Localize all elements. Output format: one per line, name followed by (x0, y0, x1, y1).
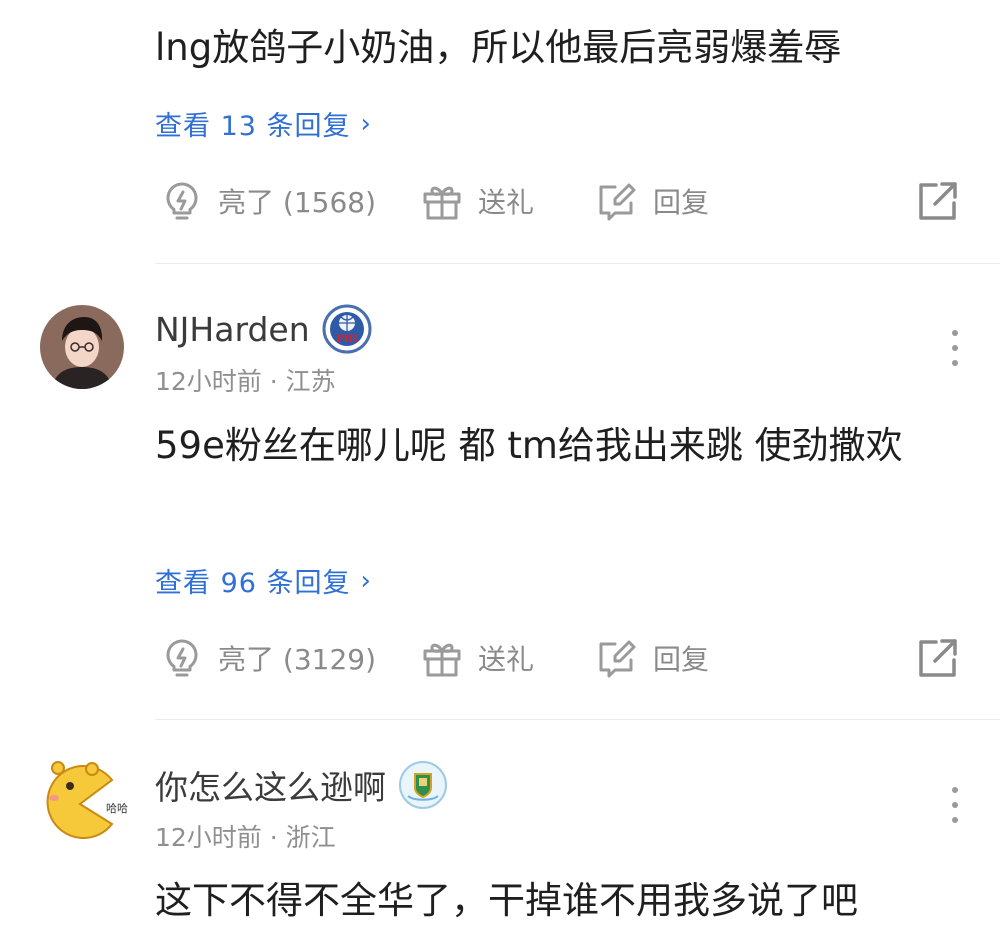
team-badge-icon (399, 761, 447, 809)
comment-actions: 亮了 (3129) 送礼 回复 (160, 633, 960, 683)
avatar[interactable]: 哈哈 (40, 760, 128, 844)
reply-button[interactable]: 回复 (595, 636, 795, 680)
avatar[interactable] (40, 305, 124, 389)
more-vertical-icon[interactable] (948, 787, 962, 823)
username-text: 你怎么这么逊啊 (155, 768, 386, 807)
divider (155, 263, 1000, 264)
gift-label: 送礼 (478, 643, 535, 676)
share-button[interactable] (916, 179, 960, 223)
chevron-right-icon: › (360, 108, 372, 139)
like-button[interactable]: 亮了 (1568) (160, 179, 420, 223)
comment-text: lng放鸽子小奶油，所以他最后亮弱爆羞辱 (155, 26, 842, 69)
view-replies-label: 查看 96 条回复 (155, 568, 351, 599)
team-badge-icon: PHI (322, 304, 372, 354)
view-replies-label: 查看 13 条回复 (155, 111, 351, 142)
gift-label: 送礼 (478, 186, 535, 219)
lightbulb-icon (166, 182, 198, 220)
comment-text: 这下不得不全华了，干掉谁不用我多说了吧 (155, 879, 858, 922)
comment-meta: 12小时前 · 浙江 (155, 823, 336, 852)
comment-feed: lng放鸽子小奶油，所以他最后亮弱爆羞辱 查看 13 条回复 › 亮了 (156… (0, 0, 1000, 938)
comment-text: 59e粉丝在哪儿呢 都 tm给我出来跳 使劲撒欢 (155, 424, 903, 467)
share-button[interactable] (916, 636, 960, 680)
reply-button[interactable]: 回复 (595, 179, 795, 223)
chevron-right-icon: › (360, 565, 372, 596)
reply-edit-icon (599, 640, 636, 678)
share-icon (919, 639, 957, 677)
comment-actions: 亮了 (1568) 送礼 回复 (160, 176, 960, 226)
like-button[interactable]: 亮了 (3129) (160, 636, 420, 680)
username-text: NJHarden (155, 309, 310, 349)
svg-text:PHI: PHI (336, 334, 358, 345)
more-vertical-icon[interactable] (948, 330, 962, 366)
divider (155, 719, 1000, 720)
like-count: 亮了 (1568) (218, 186, 377, 219)
like-count: 亮了 (3129) (218, 643, 377, 676)
reply-edit-icon (599, 183, 636, 221)
username[interactable]: 你怎么这么逊啊 (155, 760, 448, 810)
reply-label: 回复 (653, 643, 710, 676)
view-replies-link[interactable]: 查看 96 条回复 › (155, 561, 372, 600)
username[interactable]: NJHarden PHI (155, 304, 372, 354)
view-replies-link[interactable]: 查看 13 条回复 › (155, 104, 372, 143)
gift-icon (423, 643, 461, 677)
reply-label: 回复 (653, 186, 710, 219)
share-icon (919, 182, 957, 220)
gift-icon (423, 186, 461, 220)
gift-button[interactable]: 送礼 (420, 179, 595, 223)
lightbulb-icon (166, 639, 198, 677)
comment-meta: 12小时前 · 江苏 (155, 367, 336, 396)
gift-button[interactable]: 送礼 (420, 636, 595, 680)
svg-text:哈哈: 哈哈 (106, 802, 128, 815)
